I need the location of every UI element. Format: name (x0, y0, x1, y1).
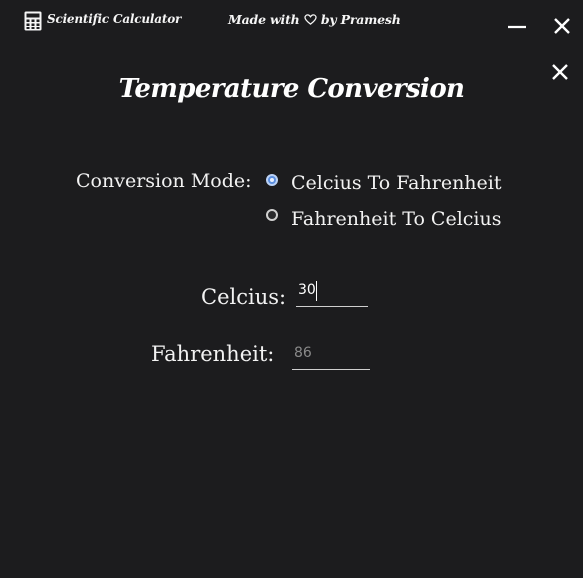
page-heading: Temperature Conversion (118, 74, 465, 104)
fahrenheit-output (292, 342, 370, 370)
radio-label-fahrenheit-to-celcius[interactable]: Fahrenheit To Celcius (291, 208, 502, 230)
radio-celcius-to-fahrenheit[interactable] (266, 174, 278, 186)
text-caret (316, 281, 317, 301)
title-bar: Scientific Calculator Made with by Prame… (0, 0, 583, 46)
app-title: Scientific Calculator (47, 12, 182, 26)
radio-fahrenheit-to-celcius[interactable] (266, 209, 278, 221)
close-button[interactable] (552, 16, 572, 36)
credit-prefix: Made with (228, 12, 300, 27)
radio-label-celcius-to-fahrenheit[interactable]: Celcius To Fahrenheit (291, 172, 502, 194)
heart-icon (304, 14, 317, 25)
calculator-window: Scientific Calculator Made with by Prame… (0, 0, 583, 578)
celcius-input[interactable] (296, 280, 368, 307)
minimize-button[interactable] (506, 18, 528, 34)
celcius-label: Celcius: (201, 285, 287, 309)
fahrenheit-label: Fahrenheit: (151, 342, 275, 366)
credit-suffix: by Pramesh (320, 12, 401, 27)
credit-text: Made with by Pramesh (228, 12, 401, 27)
conversion-mode-label: Conversion Mode: (76, 170, 252, 192)
calculator-icon (24, 11, 42, 31)
